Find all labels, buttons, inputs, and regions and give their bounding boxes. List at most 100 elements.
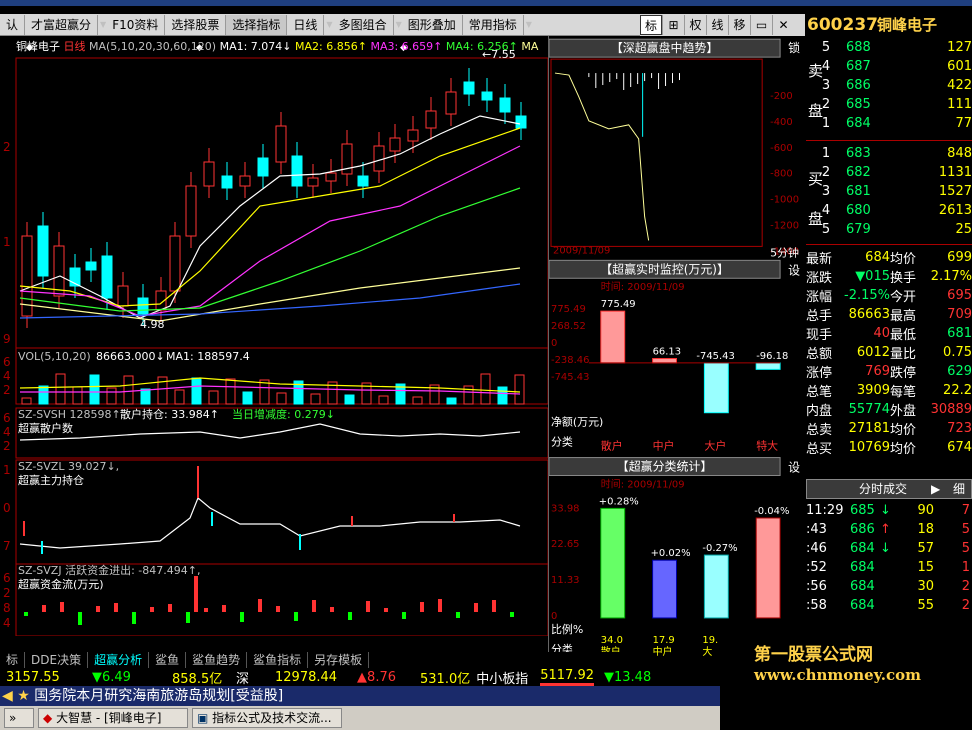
trend-axis-label: -400 xyxy=(770,117,793,128)
sub3-bar xyxy=(240,612,244,622)
stats-title: 【超赢分类统计】 xyxy=(617,459,713,474)
quote-label: 换手 xyxy=(890,271,917,286)
vol-bar xyxy=(140,388,151,405)
kline-chart[interactable]: 219←7.554.98◆ ◆◆VOL(5,10,20) 86663.000↓ MA1… xyxy=(0,36,548,636)
toolbar-button-0[interactable]: 认 xyxy=(0,14,26,35)
stats-settings-button[interactable]: 设 xyxy=(788,461,800,475)
toolbar-button-1[interactable]: 才富超赢分 xyxy=(25,14,99,35)
toolbar-icon-2[interactable]: 权 xyxy=(684,15,706,35)
candle xyxy=(291,155,303,187)
sub1-label1: 散户持仓: 33.984↑ xyxy=(120,407,219,421)
ticks-next-button[interactable]: ▶ xyxy=(931,480,940,498)
toolbar-button-6[interactable]: 多图组合 xyxy=(333,14,394,35)
vol-def: VOL(5,10,20) xyxy=(18,350,91,363)
trend-axis-label: -200 xyxy=(770,91,793,102)
vol-bar xyxy=(106,387,117,405)
book-divider xyxy=(806,140,972,141)
taskbar-item-forum[interactable]: ▣ 指标公式及技术交流... xyxy=(192,708,342,728)
sme-index-value: 5117.92 xyxy=(540,668,594,686)
sz-index-change: ▲8.76 xyxy=(357,669,396,685)
monitor-bar-label: -745.43 xyxy=(696,351,734,362)
toolbar-icon-0[interactable]: 标 xyxy=(640,15,662,35)
toolbar-button-2[interactable]: F10资料 xyxy=(106,14,166,35)
tick-time: :56 xyxy=(806,579,827,594)
monitor-cat: 散户 xyxy=(601,439,623,453)
ma1-value: MA1: 7.074↓ xyxy=(219,40,292,52)
quote-value: 55774 xyxy=(848,402,890,417)
quote-row: 最新 684 均价 699 xyxy=(806,248,972,267)
quote-value: 699 xyxy=(947,250,972,265)
bottom-tab-3[interactable]: 鲨鱼 xyxy=(149,652,187,668)
tick-price: 684 xyxy=(850,579,875,594)
news-ticker[interactable]: ◀ ★ 国务院本月研究海南旅游岛规划[受益股] xyxy=(0,686,720,706)
ticks-detail-button[interactable]: 细 xyxy=(953,480,965,498)
vol-bar xyxy=(310,393,321,405)
arrow-icon[interactable]: ◀ xyxy=(2,688,13,704)
vol-bar xyxy=(344,394,355,405)
stats-bar-1 xyxy=(652,559,677,619)
toolbar-icon-1[interactable]: ⊞ xyxy=(662,15,684,35)
vol-ma: MA1: 188597.4 xyxy=(166,350,250,363)
taskbar-item-label: 指标公式及技术交流... xyxy=(212,711,332,725)
bottom-tab-0[interactable]: 标 xyxy=(0,652,26,668)
sub1-label2: 当日增减度: 0.279↓ xyxy=(232,407,335,421)
tick-volume: 30 xyxy=(917,579,934,594)
vol-bar xyxy=(378,395,389,405)
ask-volume: 601 xyxy=(947,59,972,74)
chart-stock-name: 铜峰电子 xyxy=(16,40,60,52)
quote-value: 86663 xyxy=(848,307,890,322)
sub3-name: SZ-SVZJ 活跃资金进出: -847.494↑, xyxy=(18,563,200,577)
quote-label: 总买 xyxy=(806,442,833,457)
bottom-tab-5[interactable]: 鲨鱼指标 xyxy=(247,652,309,668)
level-num: 1 xyxy=(821,146,831,161)
monitor-cat-label: 分类 xyxy=(551,435,573,449)
monitor-settings-button[interactable]: 设 xyxy=(788,263,800,277)
bid-volume: 1527 xyxy=(938,184,972,199)
stats-bar-label: -0.04% xyxy=(754,506,789,517)
toolbar-icon-6[interactable]: ✕ xyxy=(772,15,794,35)
quote-label: 跌停 xyxy=(890,366,917,381)
sub3-axis-label: 4 xyxy=(3,616,11,630)
ask-volume: 422 xyxy=(947,78,972,93)
quote-label: 总卖 xyxy=(806,423,833,438)
sme-index-label: 中小板指 xyxy=(476,671,529,687)
sub3-title: 超赢资金流(万元) xyxy=(18,577,104,591)
toolbar-icon-4[interactable]: 移 xyxy=(728,15,750,35)
taskbar-more-button[interactable]: » xyxy=(4,708,34,728)
sub3-bar xyxy=(348,612,352,620)
sz-index-value: 12978.44 xyxy=(275,669,338,685)
toolbar-button-4[interactable]: 选择指标 xyxy=(226,14,288,35)
news-text[interactable]: 国务院本月研究海南旅游岛规划[受益股] xyxy=(34,688,283,704)
sh-index-change: ▼6.49 xyxy=(92,669,131,685)
bottom-tab-1[interactable]: DDE决策 xyxy=(25,652,89,668)
taskbar-item-dzh[interactable]: ◆ 大智慧 - [铜峰电子] xyxy=(38,708,188,728)
bottom-tabs: 标 DDE决策 超赢分析 鲨鱼 鲨鱼趋势 鲨鱼指标 另存模板 xyxy=(0,652,640,668)
candle xyxy=(481,91,493,101)
toolbar-button-3[interactable]: 选择股票 xyxy=(165,14,227,35)
watermark-promo: 第一股票公式网 www.chnmoney.com xyxy=(720,636,972,730)
toolbar-button-5[interactable]: 日线 xyxy=(287,14,325,35)
bid-price: 683 xyxy=(846,146,871,161)
tick-time: :43 xyxy=(806,522,827,537)
trend-axis-label: -600 xyxy=(770,143,793,154)
ma3-value: MA3: 6.659↑ xyxy=(370,40,443,52)
toolbar-button-7[interactable]: 图形叠加 xyxy=(402,14,463,35)
chart-period: 日线 xyxy=(63,40,86,52)
monitor-axis-label: -238.46 xyxy=(551,355,589,366)
book-side-label: 盘 xyxy=(808,102,824,120)
lock-button[interactable]: 锁 xyxy=(788,40,800,55)
toolbar-icon-5[interactable]: ▭ xyxy=(750,15,772,35)
app-icon: ◆ xyxy=(43,711,53,725)
toolbar-icon-3[interactable]: 线 xyxy=(706,15,728,35)
quote-row: 涨幅 -2.15% 今开 695 xyxy=(806,286,972,305)
bid-volume: 2613 xyxy=(938,203,972,218)
ask-row: 5 688 127 xyxy=(806,38,972,57)
bottom-tab-2[interactable]: 超赢分析 xyxy=(88,652,150,668)
toolbar-button-8[interactable]: 常用指标 xyxy=(463,14,524,35)
candle xyxy=(463,81,475,95)
quote-value: 681 xyxy=(947,326,972,341)
bottom-tab-4[interactable]: 鲨鱼趋势 xyxy=(186,652,248,668)
tick-volume: 90 xyxy=(917,503,934,518)
quote-row: 内盘 55774 外盘 30889 xyxy=(806,400,972,419)
bottom-tab-6[interactable]: 另存模板 xyxy=(308,652,370,668)
